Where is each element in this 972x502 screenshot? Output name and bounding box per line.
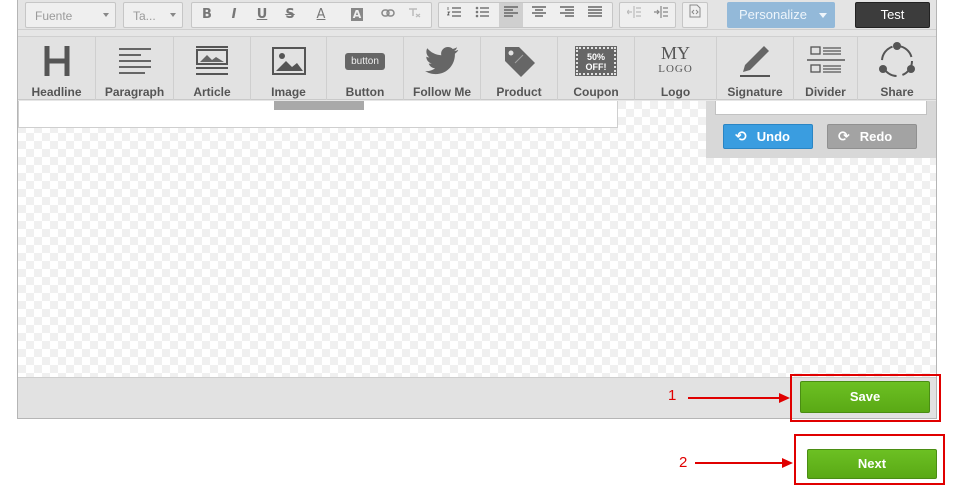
arrow-right-icon [779, 393, 790, 403]
formatting-toolbar: Fuente Ta... B I U S A A Personalize Tes… [18, 0, 936, 30]
coupon-icon: 50% OFF! [558, 43, 634, 79]
arrow-right-icon [782, 458, 793, 468]
coupon-graphic: 50% OFF! [575, 46, 617, 76]
chevron-down-icon [819, 13, 827, 18]
redo-button[interactable]: ⟳ Redo [827, 124, 917, 149]
highlight-box-next [794, 434, 945, 485]
share-icon [858, 42, 936, 79]
block-coupon[interactable]: 50% OFF! Coupon [558, 37, 635, 100]
callout-arrow-line [688, 397, 780, 399]
headline-icon [18, 43, 95, 79]
font-family-value: Fuente [35, 9, 73, 23]
indent-icon[interactable] [649, 3, 673, 27]
font-size-value: Ta... [133, 9, 156, 23]
personalize-label: Personalize [739, 7, 807, 22]
block-label: Coupon [573, 85, 619, 99]
pen-icon [717, 43, 793, 79]
undo-label: Undo [756, 129, 790, 144]
chevron-down-icon [103, 13, 109, 17]
block-image[interactable]: Image [251, 37, 327, 100]
coupon-line-2: OFF! [585, 62, 607, 72]
block-divider[interactable]: Divider [794, 37, 858, 100]
ordered-list-icon[interactable] [442, 3, 466, 27]
italic-button[interactable]: I [222, 3, 246, 27]
block-label: Divider [805, 85, 846, 99]
align-center-icon[interactable] [527, 3, 551, 27]
block-signature[interactable]: Signature [717, 37, 794, 100]
personalize-button[interactable]: Personalize [727, 2, 835, 28]
callout-number-2: 2 [679, 454, 688, 471]
block-label: Signature [727, 85, 783, 99]
logo-line-1: MY [660, 42, 690, 63]
bullet-list-icon[interactable] [470, 3, 494, 27]
test-button[interactable]: Test [855, 2, 930, 28]
background-color-button[interactable]: A [342, 3, 372, 27]
block-follow-me[interactable]: Follow Me [404, 37, 481, 100]
block-headline[interactable]: Headline [18, 37, 96, 100]
block-label: Product [496, 85, 542, 99]
block-label: Share [880, 85, 914, 99]
clear-format-icon[interactable] [402, 3, 426, 27]
image-icon [251, 43, 326, 79]
block-button[interactable]: button Button [327, 37, 404, 100]
indent-group [619, 2, 676, 28]
align-justify-icon[interactable] [583, 3, 607, 27]
text-style-group: B I U S A A [191, 2, 432, 28]
chevron-down-icon [170, 13, 176, 17]
highlight-box-save [790, 374, 941, 422]
email-canvas[interactable]: ⟲ Undo ⟳ Redo [18, 101, 936, 377]
redo-label: Redo [859, 129, 893, 144]
outdent-icon[interactable] [622, 3, 646, 27]
logo-line-2: LOGO [658, 62, 693, 75]
link-icon[interactable] [376, 3, 400, 27]
article-icon [174, 43, 250, 79]
font-size-select[interactable]: Ta... [123, 2, 183, 28]
source-code-icon[interactable] [683, 3, 707, 27]
source-code-group [682, 2, 708, 28]
block-label: Image [271, 85, 306, 99]
font-color-button[interactable]: A [306, 3, 336, 27]
block-label: Logo [660, 85, 691, 99]
email-editor: Fuente Ta... B I U S A A Personalize Tes… [17, 0, 937, 419]
bold-button[interactable]: B [195, 3, 219, 27]
paragraph-icon [96, 43, 173, 79]
paragraph-group [438, 2, 613, 28]
block-label: Article [193, 85, 231, 99]
block-logo[interactable]: MY LOGO Logo [635, 37, 717, 100]
settings-panel: ⟲ Undo ⟳ Redo [706, 101, 936, 158]
content-drag-handle[interactable] [274, 101, 364, 110]
undo-icon: ⟲ [735, 129, 747, 145]
block-paragraph[interactable]: Paragraph [96, 37, 174, 100]
logo-icon: MY LOGO [635, 43, 716, 79]
strikethrough-button[interactable]: S [278, 3, 302, 27]
button-icon: button [327, 43, 403, 79]
font-color-glyph: A [316, 7, 326, 22]
block-article[interactable]: Article [174, 37, 251, 100]
block-label: Follow Me [413, 85, 471, 99]
price-tag-icon [481, 43, 557, 79]
background-color-glyph: A [350, 8, 364, 21]
email-content-area[interactable] [18, 101, 618, 128]
block-share[interactable]: Share [858, 37, 936, 100]
block-label: Headline [31, 85, 82, 99]
align-left-icon[interactable] [499, 3, 523, 27]
block-label: Paragraph [104, 85, 165, 99]
underline-button[interactable]: U [250, 3, 274, 27]
undo-button[interactable]: ⟲ Undo [723, 124, 813, 149]
twitter-bird-icon [404, 43, 480, 79]
settings-input[interactable] [715, 101, 927, 115]
callout-number-1: 1 [668, 387, 677, 404]
callout-arrow-line [695, 462, 783, 464]
align-right-icon[interactable] [555, 3, 579, 27]
block-label: Button [345, 85, 385, 99]
block-product[interactable]: Product [481, 37, 558, 100]
redo-icon: ⟳ [838, 129, 850, 145]
font-family-select[interactable]: Fuente [25, 2, 116, 28]
coupon-line-1: 50% [586, 52, 605, 62]
button-icon-graphic: button [345, 52, 385, 70]
divider-icon [794, 43, 857, 79]
content-blocks-bar: Headline Paragraph Article Image button … [18, 36, 936, 100]
